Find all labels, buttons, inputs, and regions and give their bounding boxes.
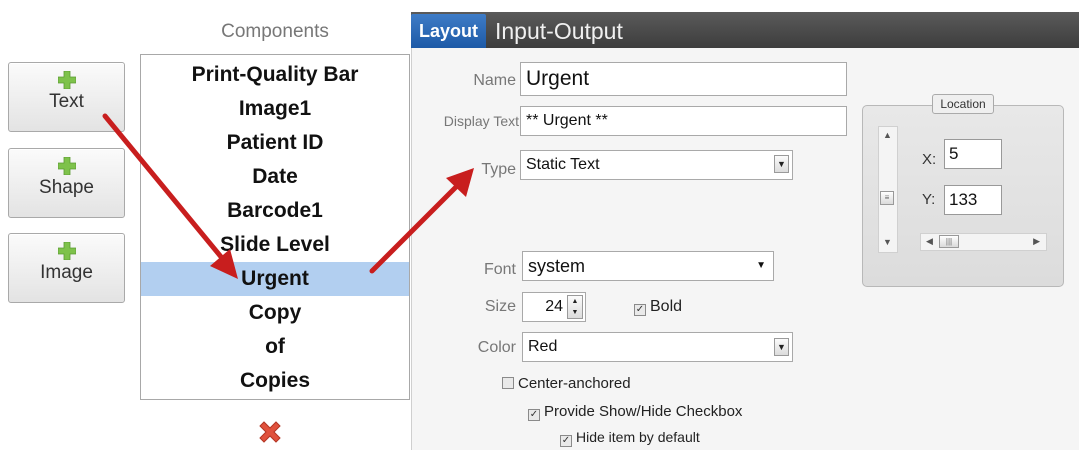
y-input[interactable]: 133 xyxy=(944,185,1002,215)
type-label: Type xyxy=(481,161,516,178)
hide-default-label: Hide item by default xyxy=(576,429,700,445)
show-hide-row[interactable]: ✓ Provide Show/Hide Checkbox xyxy=(528,403,742,421)
scroll-right-icon[interactable]: ▶ xyxy=(1033,236,1040,247)
plus-icon xyxy=(57,71,76,89)
horizontal-scrollbar[interactable]: ◀ ||| ▶ xyxy=(920,233,1047,251)
x-label: X: xyxy=(922,151,937,168)
show-hide-checkbox[interactable]: ✓ xyxy=(528,409,540,421)
plus-icon xyxy=(57,157,76,175)
show-hide-label: Provide Show/Hide Checkbox xyxy=(544,403,743,420)
type-select-value: Static Text xyxy=(526,156,600,173)
scroll-left-icon[interactable]: ◀ xyxy=(926,236,933,247)
bold-checkbox-row[interactable]: ✓ Bold xyxy=(634,298,682,316)
color-dropdown-arrow-icon[interactable]: ▼ xyxy=(774,338,789,356)
font-select[interactable]: system ▼ xyxy=(522,251,774,281)
list-item[interactable]: Barcode1 xyxy=(141,194,409,228)
components-list[interactable]: Print-Quality Bar Image1 Patient ID Date… xyxy=(140,54,410,400)
center-anchored-row[interactable]: Center-anchored xyxy=(502,375,631,392)
add-image-label: Image xyxy=(40,262,93,283)
name-label: Name xyxy=(473,72,516,89)
add-text-label: Text xyxy=(49,91,84,112)
list-item[interactable]: Copy xyxy=(141,296,409,330)
location-title: Location xyxy=(932,94,994,114)
display-text-label: Display Text xyxy=(443,113,519,129)
font-select-value: system xyxy=(528,256,586,276)
size-spin-icon[interactable]: ▲ ▼ xyxy=(567,295,583,319)
tab-input-output[interactable]: Input-Output xyxy=(495,13,623,49)
list-item[interactable]: of xyxy=(141,330,409,364)
scroll-thumb-icon[interactable]: ≡ xyxy=(880,191,894,205)
display-text-field[interactable]: ** Urgent ** xyxy=(520,106,847,136)
tab-layout[interactable]: Layout xyxy=(411,14,486,48)
vertical-scrollbar[interactable]: ▲ ≡ ▼ xyxy=(878,126,898,253)
size-label: Size xyxy=(484,298,516,315)
list-item[interactable]: Image1 xyxy=(141,92,409,126)
bold-label: Bold xyxy=(650,298,683,315)
list-item[interactable]: Date xyxy=(141,160,409,194)
add-shape-label: Shape xyxy=(39,177,94,198)
color-select-value: Red xyxy=(528,338,558,355)
font-dropdown-arrow-icon: ▼ xyxy=(756,260,766,271)
type-dropdown-arrow-icon[interactable]: ▼ xyxy=(774,155,789,173)
y-label: Y: xyxy=(922,191,936,208)
delete-x-icon[interactable] xyxy=(255,417,285,447)
list-item[interactable]: Print-Quality Bar xyxy=(141,58,409,92)
name-field[interactable]: Urgent xyxy=(520,62,847,96)
color-label: Color xyxy=(477,339,516,356)
list-item[interactable]: Copies xyxy=(141,364,409,398)
size-value: 24 xyxy=(545,298,563,315)
list-item[interactable]: Slide Level xyxy=(141,228,409,262)
list-item[interactable]: Patient ID xyxy=(141,126,409,160)
hide-default-checkbox[interactable]: ✓ xyxy=(560,435,572,447)
center-anchored-checkbox[interactable] xyxy=(502,377,514,389)
center-anchored-label: Center-anchored xyxy=(518,375,631,392)
scroll-up-icon[interactable]: ▲ xyxy=(883,130,892,140)
add-image-button[interactable]: Image xyxy=(8,233,125,303)
color-select[interactable]: Red xyxy=(522,332,793,362)
plus-icon xyxy=(57,242,76,260)
font-label: Font xyxy=(483,261,516,278)
type-select[interactable]: Static Text xyxy=(520,150,793,180)
components-title: Components xyxy=(221,21,329,42)
add-text-button[interactable]: Text xyxy=(8,62,125,132)
scroll-down-icon[interactable]: ▼ xyxy=(883,237,892,247)
hide-default-row[interactable]: ✓ Hide item by default xyxy=(560,429,700,447)
add-shape-button[interactable]: Shape xyxy=(8,148,125,218)
bold-checkbox[interactable]: ✓ xyxy=(634,304,646,316)
hscroll-thumb-icon[interactable]: ||| xyxy=(939,235,959,248)
list-item-selected[interactable]: Urgent xyxy=(141,262,409,296)
x-input[interactable]: 5 xyxy=(944,139,1002,169)
